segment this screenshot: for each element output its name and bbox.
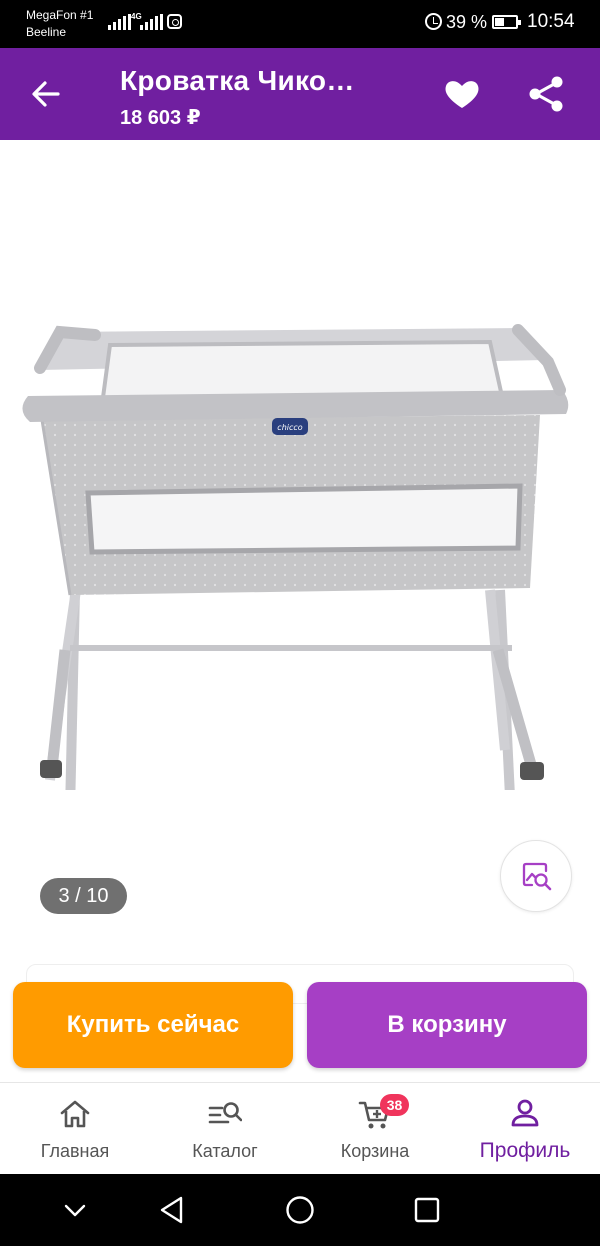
image-counter: 3 / 10: [40, 878, 127, 914]
visual-search-button[interactable]: [500, 840, 572, 912]
back-button[interactable]: [26, 74, 66, 114]
battery-icon: [492, 15, 521, 29]
battery-percent: 39 %: [446, 12, 488, 32]
profile-icon: [511, 1099, 539, 1127]
nav-label-cart: Корзина: [340, 1141, 410, 1161]
carrier-info: MegaFon #1 Beeline: [26, 7, 93, 41]
heart-icon: [445, 81, 479, 108]
instagram-icon: [167, 14, 182, 29]
product-price: 18 603 ₽: [120, 107, 201, 129]
product-title: Кроватка Чико…: [120, 65, 355, 96]
cart-count-badge: 38: [380, 1094, 409, 1116]
home-icon: [60, 1100, 90, 1128]
system-navigation-bar: [0, 1174, 600, 1246]
signal-1-icon: [108, 14, 131, 30]
status-bar: MegaFon #1 Beeline 4G 39 % 10:54: [0, 0, 600, 48]
catalog-search-icon: [208, 1102, 242, 1124]
square-recents-icon: [414, 1197, 440, 1223]
bottom-navigation: Главная Каталог 38 Корзина Профиль: [0, 1082, 600, 1174]
system-recents-button[interactable]: [407, 1190, 447, 1230]
carrier-1: MegaFon #1: [26, 8, 94, 22]
carrier-2: Beeline: [26, 25, 67, 39]
triangle-back-icon: [160, 1196, 183, 1224]
share-icon: [529, 76, 563, 112]
image-search-icon: [522, 862, 552, 891]
hide-keyboard-button[interactable]: [55, 1190, 95, 1230]
nav-item-cart[interactable]: 38 Корзина: [300, 1083, 450, 1175]
nav-item-home[interactable]: Главная: [0, 1083, 150, 1175]
share-button[interactable]: [526, 74, 566, 114]
arrow-left-icon: [32, 81, 60, 107]
nav-item-catalog[interactable]: Каталог: [150, 1083, 300, 1175]
nav-item-profile[interactable]: Профиль: [450, 1083, 600, 1175]
system-home-button[interactable]: [280, 1190, 320, 1230]
product-gallery[interactable]: chicco 3 / 10: [0, 140, 600, 960]
system-back-button[interactable]: [152, 1190, 192, 1230]
clock: 10:54: [527, 11, 575, 32]
nav-label-catalog: Каталог: [192, 1141, 258, 1161]
nav-label-profile: Профиль: [479, 1139, 571, 1162]
product-image-crib[interactable]: chicco: [0, 290, 600, 790]
buy-now-button[interactable]: Купить сейчас: [13, 982, 293, 1068]
signal-2-icon: [140, 14, 163, 30]
circle-home-icon: [286, 1196, 314, 1224]
chevron-down-icon: [64, 1204, 86, 1217]
screen: MegaFon #1 Beeline 4G 39 % 10:54 Кроватк…: [0, 0, 600, 1246]
brand-logo-text: chicco: [277, 423, 302, 432]
app-bar: Кроватка Чико… 18 603 ₽: [0, 48, 600, 140]
nav-label-home: Главная: [40, 1141, 110, 1161]
add-to-cart-button[interactable]: В корзину: [307, 982, 587, 1068]
favorite-button[interactable]: [442, 74, 482, 114]
alarm-icon: [425, 13, 442, 30]
